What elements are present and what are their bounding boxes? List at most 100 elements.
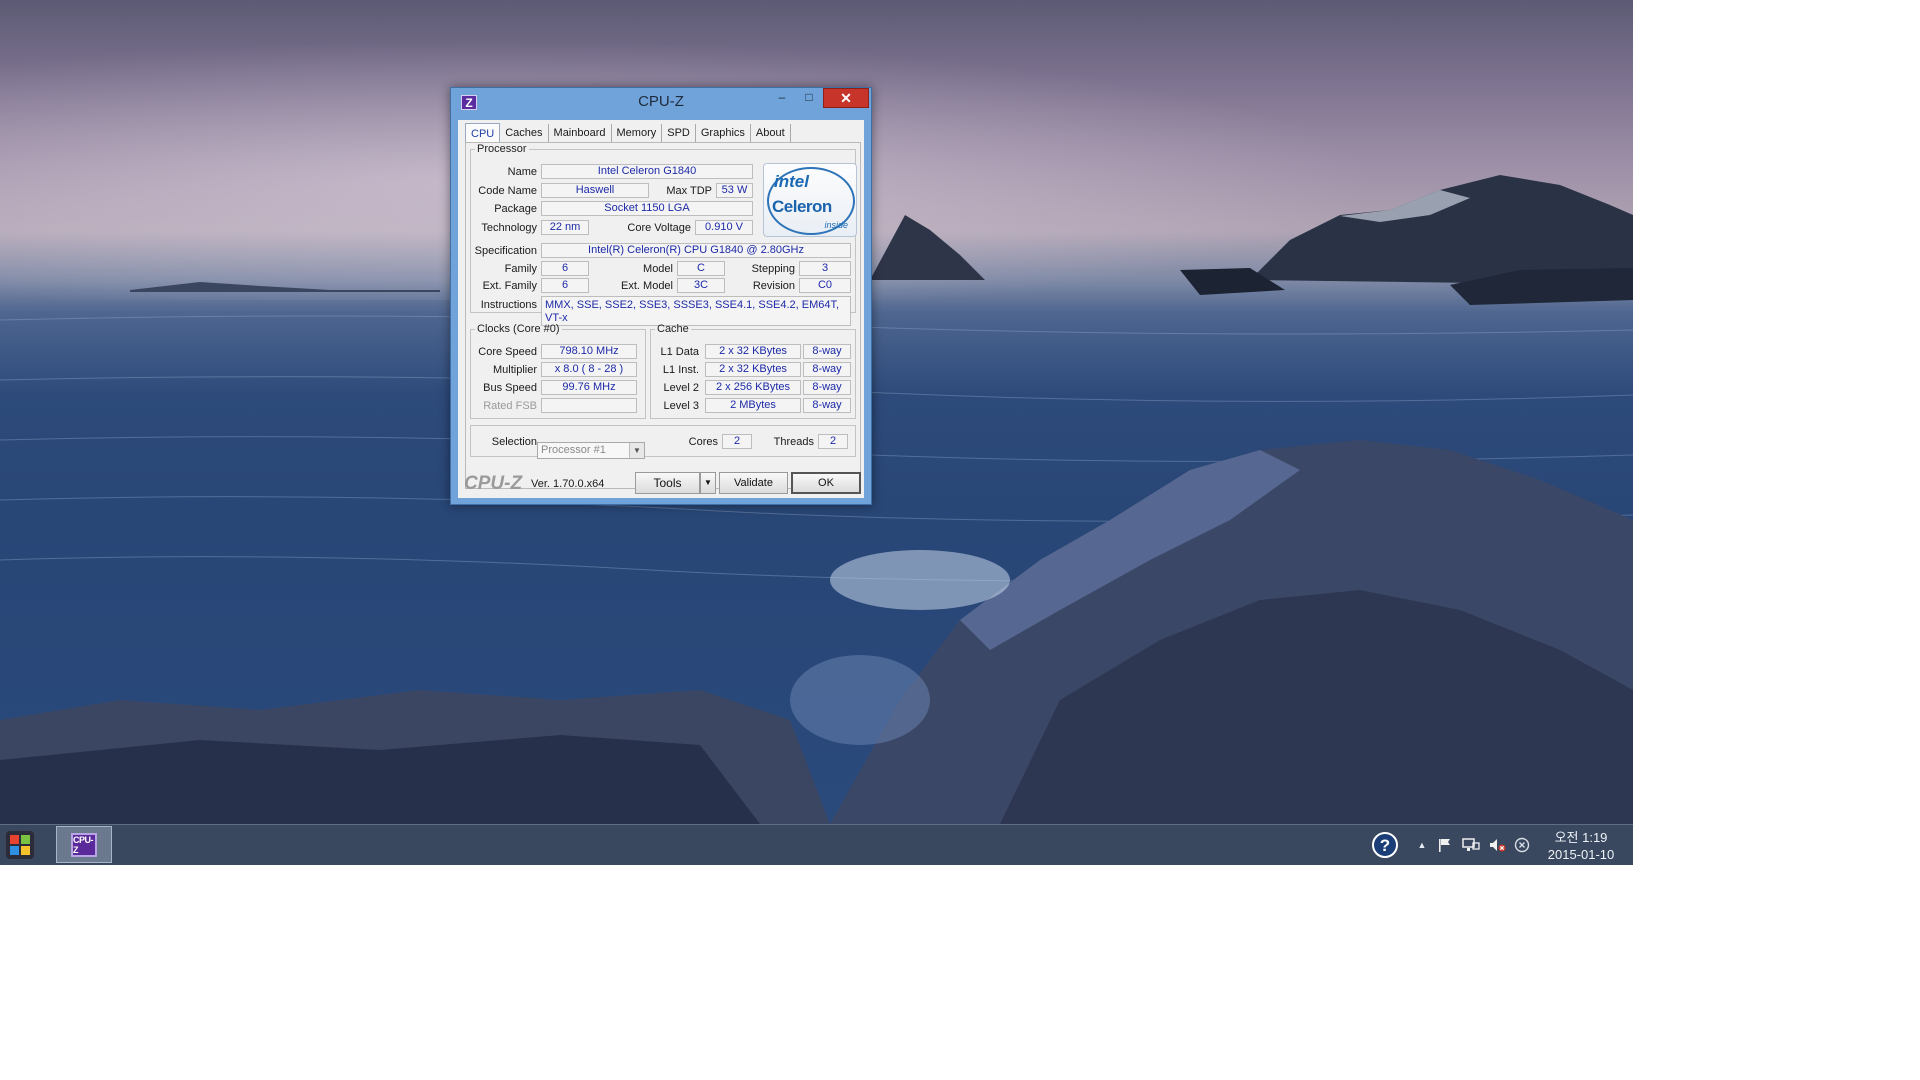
cache-row-size: 2 x 32 KBytes [705,362,801,377]
action-center-flag-icon[interactable] [1434,825,1456,865]
corespeed-label: Core Speed [478,346,537,358]
corevoltage-label: Core Voltage [627,222,691,234]
cache-row-way: 8-way [803,362,851,377]
revision-value: C0 [799,278,851,293]
selection-label: Selection [491,436,537,448]
close-button[interactable]: ✕ [823,88,869,108]
package-label: Package [494,203,537,215]
tools-dropdown-arrow-icon[interactable]: ▼ [700,472,716,494]
cache-legend: Cache [657,323,689,335]
extmodel-label: Ext. Model [621,280,673,292]
tab-strip: CPU Caches Mainboard Memory SPD Graphics… [465,123,791,142]
family-value: 6 [541,261,589,276]
package-value: Socket 1150 LGA [541,201,753,216]
instructions-label: Instructions [480,299,537,311]
show-hidden-icons-chevron[interactable]: ▲ [1414,825,1430,865]
stepping-value: 3 [799,261,851,276]
version-label: Ver. 1.70.0.x64 [531,478,605,490]
multiplier-label: Multiplier [492,364,537,376]
tab-mainboard[interactable]: Mainboard [549,124,612,142]
cache-row-size: 2 x 32 KBytes [705,344,801,359]
cache-row-size: 2 MBytes [705,398,801,413]
cpuz-taskbar-icon: CPU-Z [71,833,97,857]
cores-value: 2 [722,434,752,449]
processor-select-value: Processor #1 [541,444,606,456]
corespeed-value: 798.10 MHz [541,344,637,359]
stepping-label: Stepping [751,263,795,275]
close-circle-icon[interactable] [1512,825,1532,865]
codename-label: Code Name [478,185,537,197]
tab-memory[interactable]: Memory [612,124,663,142]
clock-time: 오전 1:19 [1554,830,1608,845]
technology-value: 22 nm [541,220,589,235]
corevoltage-value: 0.910 V [695,220,753,235]
window-client-area: CPU Caches Mainboard Memory SPD Graphics… [458,120,864,498]
tab-graphics[interactable]: Graphics [696,124,751,142]
cache-row-label: L1 Data [660,346,699,358]
family-label: Family [504,263,537,275]
multiplier-value: x 8.0 ( 8 - 28 ) [541,362,637,377]
selection-group: Selection Cores 2 Threads 2 [470,425,856,457]
taskbar-cpuz-button[interactable]: CPU-Z [56,826,112,863]
title-bar[interactable]: Z CPU-Z – □ ✕ [451,88,871,116]
instructions-value: MMX, SSE, SSE2, SSE3, SSSE3, SSE4.1, SSE… [541,296,851,326]
extfamily-label: Ext. Family [482,280,537,292]
revision-label: Revision [752,280,795,292]
processor-select[interactable]: Processor #1 ▼ [537,442,645,459]
clock-date: 2015-01-10 [1547,847,1615,862]
cache-row-label: L1 Inst. [662,364,699,376]
model-value: C [677,261,725,276]
tab-about[interactable]: About [751,124,791,142]
maxtdp-value: 53 W [716,183,753,198]
extmodel-value: 3C [677,278,725,293]
chevron-down-icon[interactable]: ▼ [629,443,644,458]
processor-group: Processor Name Intel Celeron G1840 Code … [470,143,857,326]
clocks-group: Clocks (Core #0) Core Speed 798.10 MHz M… [470,323,646,419]
intel-celeron-logo: intel Celeron inside [763,163,857,237]
cache-row-label: Level 2 [663,382,699,394]
ok-button[interactable]: OK [791,472,861,494]
maxtdp-label: Max TDP [666,185,712,197]
busspeed-value: 99.76 MHz [541,380,637,395]
cpuz-brand-logo: CPU-Z [464,473,523,494]
cpu-tab-panel: Processor Name Intel Celeron G1840 Code … [465,142,861,489]
tab-spd[interactable]: SPD [662,124,696,142]
taskbar-clock[interactable]: 오전 1:19 2015-01-10 [1536,829,1626,863]
busspeed-label: Bus Speed [483,382,537,394]
network-icon[interactable] [1460,825,1482,865]
start-logo-icon [6,831,34,859]
name-label: Name [507,166,537,178]
help-icon[interactable]: ? [1370,825,1400,865]
cache-row-size: 2 x 256 KBytes [705,380,801,395]
clocks-legend: Clocks (Core #0) [477,323,560,335]
tab-caches[interactable]: Caches [500,124,549,142]
threads-value: 2 [818,434,848,449]
cache-group: Cache L1 Data 2 x 32 KBytes 8-way L1 Ins… [650,323,856,419]
cpuz-window: Z CPU-Z – □ ✕ CPU Caches Mainboard Memor… [450,87,872,505]
ratedfsb-label: Rated FSB [483,400,537,412]
taskbar: CPU-Z ? ▲ 오전 1:19 2015-01-10 [0,824,1633,865]
ratedfsb-value [541,398,637,413]
technology-label: Technology [481,222,537,234]
maximize-button[interactable]: □ [796,88,822,108]
cache-row-way: 8-way [803,398,851,413]
tab-cpu[interactable]: CPU [465,123,501,142]
tools-button[interactable]: Tools [635,472,700,494]
extfamily-value: 6 [541,278,589,293]
specification-value: Intel(R) Celeron(R) CPU G1840 @ 2.80GHz [541,243,851,258]
bottom-bar: CPU-Z Ver. 1.70.0.x64 Tools ▼ Validate O… [458,468,864,498]
start-button[interactable] [4,829,36,861]
cache-row-way: 8-way [803,380,851,395]
codename-value: Haswell [541,183,649,198]
minimize-button[interactable]: – [769,88,795,108]
svg-text:?: ? [1380,836,1390,855]
processor-legend: Processor [477,143,527,155]
cores-label: Cores [688,436,718,448]
cache-row-way: 8-way [803,344,851,359]
validate-button[interactable]: Validate [719,472,788,494]
volume-muted-icon[interactable] [1486,825,1508,865]
cache-row-label: Level 3 [663,400,699,412]
specification-label: Specification [474,245,537,257]
name-value: Intel Celeron G1840 [541,164,753,179]
model-label: Model [643,263,673,275]
